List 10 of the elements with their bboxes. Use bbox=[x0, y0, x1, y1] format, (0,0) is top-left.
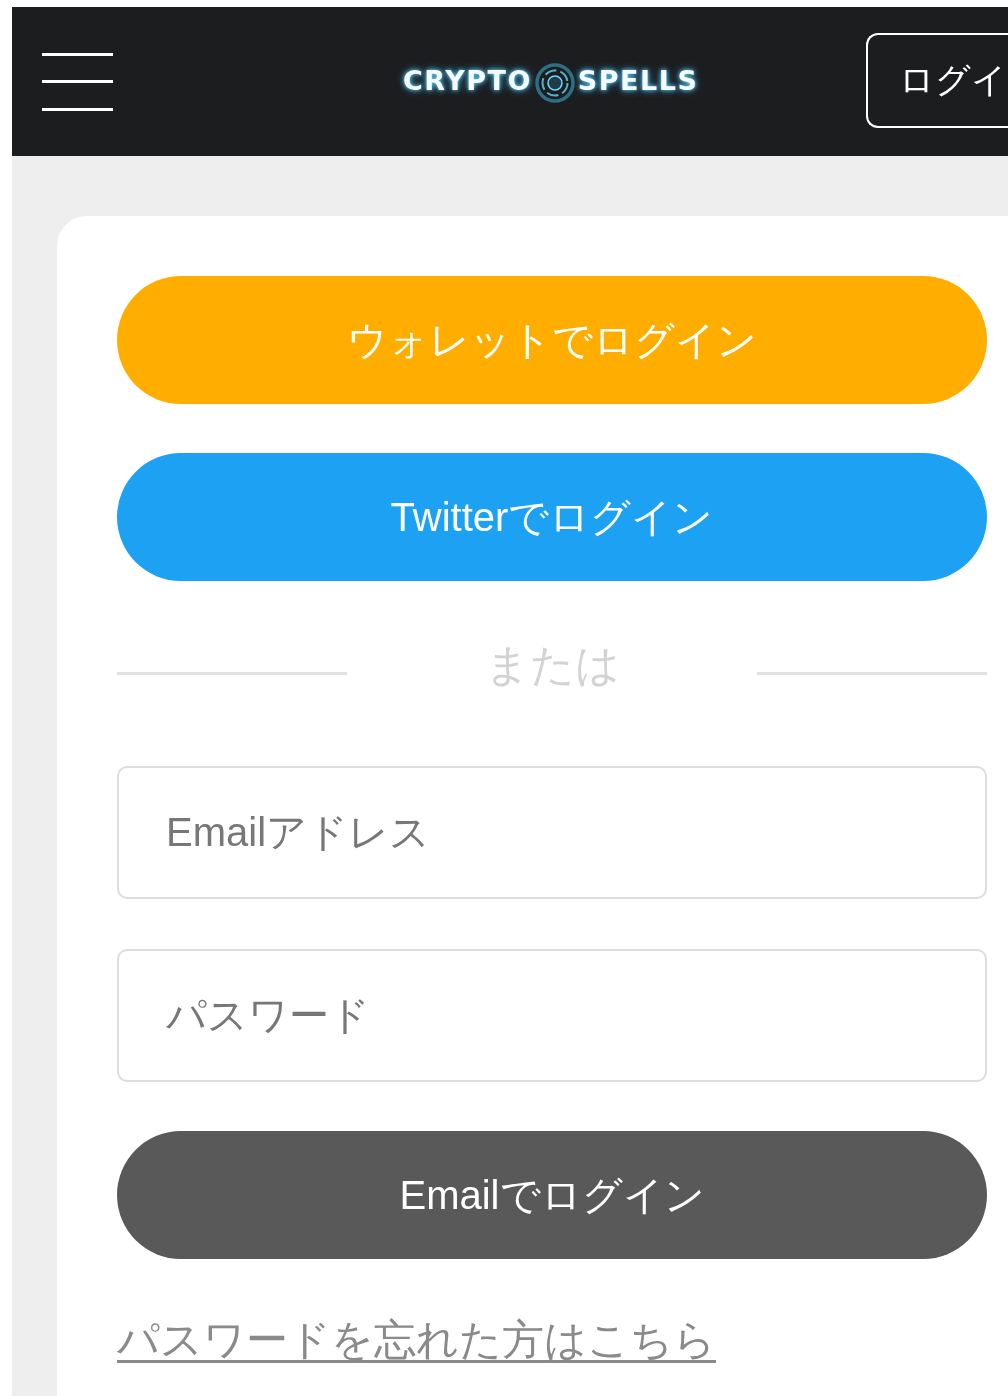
wallet-login-button[interactable]: ウォレットでログイン bbox=[117, 276, 987, 404]
logo-text: SPELLS bbox=[577, 65, 699, 96]
twitter-login-button[interactable]: Twitterでログイン bbox=[117, 453, 987, 581]
email-login-button[interactable]: Emailでログイン bbox=[117, 1131, 987, 1259]
logo-text: CRYPTO bbox=[403, 65, 532, 96]
input-field[interactable]: Emailアドレス bbox=[117, 766, 987, 899]
forgot-password-link[interactable]: パスワードを忘れた方はこちら bbox=[117, 1315, 716, 1366]
input-field[interactable]: パスワード bbox=[117, 949, 987, 1082]
menu-icon[interactable] bbox=[42, 52, 113, 111]
login-button[interactable]: ログイ bbox=[866, 33, 1008, 128]
